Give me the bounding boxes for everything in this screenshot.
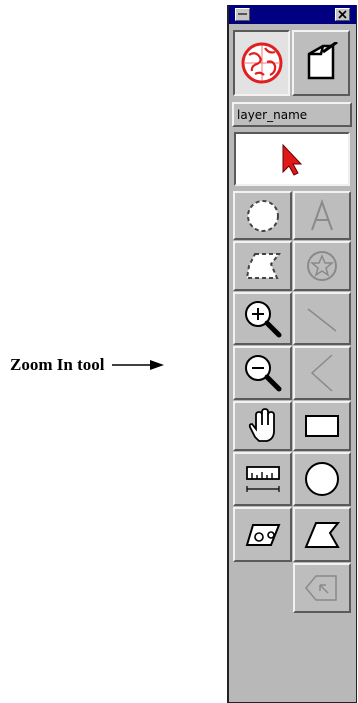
circle-tool[interactable] xyxy=(293,452,351,506)
pan-tool[interactable] xyxy=(233,401,292,451)
close-button[interactable] xyxy=(335,8,350,21)
text-tool[interactable] xyxy=(293,191,351,240)
delete-vertex-tool[interactable] xyxy=(293,563,351,613)
symbol-tool[interactable] xyxy=(293,241,351,291)
globe-icon xyxy=(241,42,282,84)
circle-select-icon xyxy=(246,199,279,232)
measure-tool[interactable] xyxy=(233,452,292,506)
hand-icon xyxy=(248,408,275,442)
tool-palette: layer_name xyxy=(227,5,357,703)
zoom-in-callout: Zoom In tool xyxy=(10,355,165,375)
zoom-in-tool[interactable] xyxy=(233,292,292,345)
line-icon xyxy=(307,307,337,332)
delete-arrow-icon xyxy=(305,575,337,601)
identify-shape-icon xyxy=(245,523,280,546)
polygon-icon xyxy=(304,521,341,548)
zoom-in-icon xyxy=(244,300,281,337)
current-tool-display xyxy=(234,132,350,186)
text-a-icon xyxy=(311,198,333,230)
polyline-icon xyxy=(310,354,333,392)
pointer-arrow-icon xyxy=(282,143,303,176)
star-symbol-icon xyxy=(307,251,337,281)
circle-icon xyxy=(305,462,339,496)
ruler-icon xyxy=(245,466,280,492)
line-tool[interactable] xyxy=(293,292,351,345)
document-page-icon xyxy=(307,42,338,80)
layer-name-button[interactable]: layer_name xyxy=(232,102,352,127)
palette-titlebar[interactable] xyxy=(229,5,356,24)
empty-slot xyxy=(233,563,292,693)
lasso-select-tool[interactable] xyxy=(233,241,292,291)
close-icon xyxy=(338,10,347,19)
callout-arrow-icon xyxy=(112,360,165,370)
zoom-out-tool[interactable] xyxy=(233,346,292,400)
layer-name-label: layer_name xyxy=(237,107,308,122)
polygon-select-icon xyxy=(245,253,281,279)
zoom-out-icon xyxy=(244,355,281,392)
identify-tool[interactable] xyxy=(233,507,292,562)
map-view-button[interactable] xyxy=(233,30,290,96)
callout-label: Zoom In tool xyxy=(10,355,105,374)
circle-select-tool[interactable] xyxy=(233,191,292,240)
polyline-tool[interactable] xyxy=(293,346,351,400)
rectangle-tool[interactable] xyxy=(293,401,351,451)
rectangle-icon xyxy=(305,415,339,437)
window-menu-button[interactable] xyxy=(235,8,250,21)
layout-view-button[interactable] xyxy=(292,30,350,96)
polygon-tool[interactable] xyxy=(293,507,351,562)
